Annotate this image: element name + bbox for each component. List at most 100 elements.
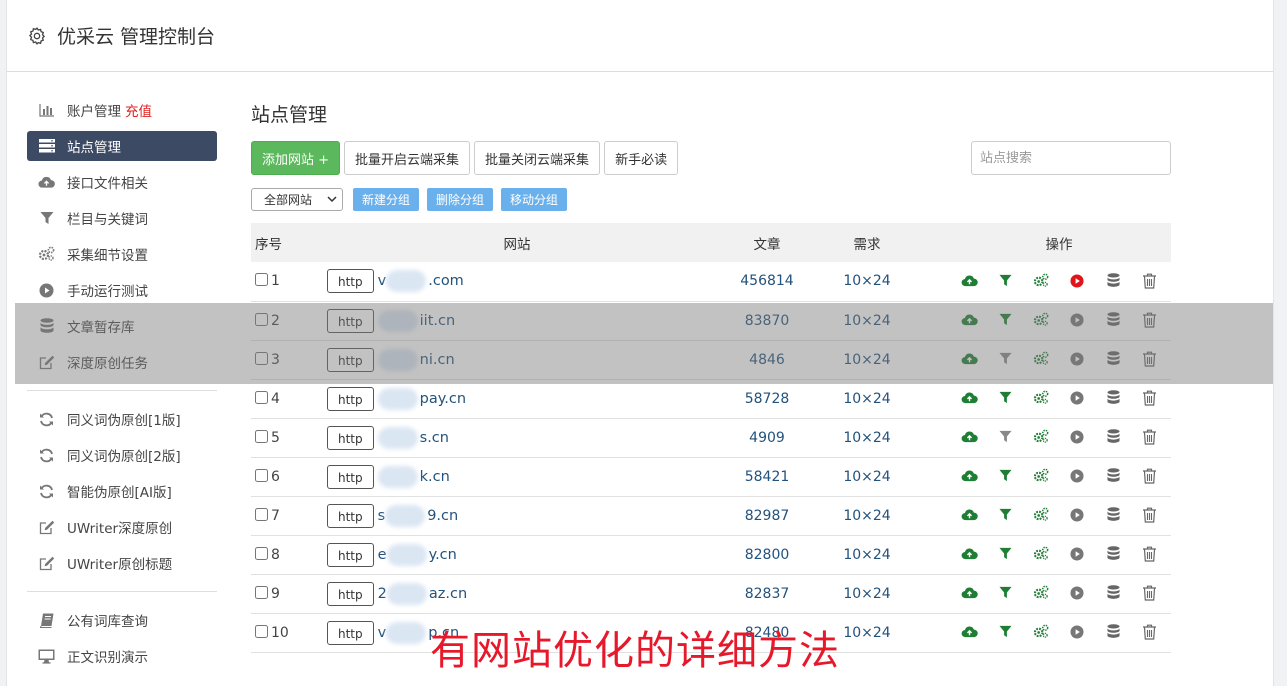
play-circle-icon[interactable] (1068, 623, 1086, 641)
cloud-upload-icon[interactable] (960, 506, 978, 524)
sidebar-item[interactable]: UWriter原创标题 (27, 545, 217, 581)
cloud-upload-icon[interactable] (960, 428, 978, 446)
protocol-badge[interactable]: http (327, 503, 374, 528)
trash-icon[interactable] (1140, 506, 1158, 524)
trash-icon[interactable] (1140, 272, 1158, 290)
sidebar-item[interactable]: 文章暂存库 (27, 308, 217, 344)
filter-icon[interactable] (996, 623, 1014, 641)
cloud-upload-icon[interactable] (960, 584, 978, 602)
row-checkbox[interactable] (255, 546, 268, 560)
sidebar-item[interactable]: 公有词库查询 (27, 602, 217, 638)
articles-count[interactable]: 82800 (707, 535, 827, 574)
row-checkbox[interactable] (255, 585, 268, 599)
new-group-button[interactable]: 新建分组 (353, 187, 420, 211)
sidebar-item[interactable]: 同义词伪原创[2版] (27, 437, 217, 473)
newbie-guide-button[interactable]: 新手必读 (604, 141, 679, 175)
database-icon[interactable] (1104, 623, 1122, 641)
row-checkbox[interactable] (255, 468, 268, 482)
filter-icon[interactable] (996, 389, 1014, 407)
sidebar-item[interactable]: 同义词伪原创[1版] (27, 401, 217, 437)
play-circle-icon[interactable] (1068, 584, 1086, 602)
articles-count[interactable]: 456814 (707, 262, 827, 301)
cogs-icon[interactable] (1032, 623, 1050, 641)
cloud-upload-icon[interactable] (960, 623, 978, 641)
site-link[interactable]: pay.cn (377, 387, 466, 410)
site-link[interactable]: e y.cn (378, 543, 457, 566)
trash-icon[interactable] (1140, 389, 1158, 407)
demand-value[interactable]: 10×24 (827, 496, 907, 535)
protocol-badge[interactable]: http (327, 620, 374, 645)
play-circle-icon[interactable] (1068, 545, 1086, 563)
database-icon[interactable] (1104, 467, 1122, 485)
site-link[interactable]: v .com (378, 270, 464, 293)
row-checkbox[interactable] (255, 390, 268, 404)
filter-icon[interactable] (996, 506, 1014, 524)
trash-icon[interactable] (1140, 350, 1158, 368)
cloud-upload-icon[interactable] (960, 467, 978, 485)
cogs-icon[interactable] (1032, 350, 1050, 368)
demand-value[interactable]: 10×24 (827, 262, 907, 301)
demand-value[interactable]: 10×24 (827, 379, 907, 418)
demand-value[interactable]: 10×24 (827, 301, 907, 340)
articles-count[interactable]: 83870 (707, 301, 827, 340)
sidebar-item[interactable]: 深度原创任务 (27, 344, 217, 380)
demand-value[interactable]: 10×24 (827, 535, 907, 574)
protocol-badge[interactable]: http (327, 386, 374, 411)
database-icon[interactable] (1104, 584, 1122, 602)
trash-icon[interactable] (1140, 467, 1158, 485)
play-circle-icon[interactable] (1068, 311, 1086, 329)
site-link[interactable]: 2 az.cn (378, 582, 467, 605)
row-checkbox[interactable] (255, 273, 268, 287)
articles-count[interactable]: 82837 (707, 574, 827, 613)
database-icon[interactable] (1104, 428, 1122, 446)
sidebar-item[interactable]: 智能伪原创[AI版] (27, 473, 217, 509)
filter-icon[interactable] (996, 545, 1014, 563)
demand-value[interactable]: 10×24 (827, 457, 907, 496)
trash-icon[interactable] (1140, 584, 1158, 602)
cogs-icon[interactable] (1032, 584, 1050, 602)
cloud-upload-icon[interactable] (960, 272, 978, 290)
trash-icon[interactable] (1140, 623, 1158, 641)
database-icon[interactable] (1104, 506, 1122, 524)
database-icon[interactable] (1104, 389, 1122, 407)
site-link[interactable]: ni.cn (377, 348, 455, 371)
protocol-badge[interactable]: http (327, 464, 374, 489)
site-link[interactable]: s 9.cn (378, 504, 458, 527)
cloud-upload-icon[interactable] (960, 350, 978, 368)
trash-icon[interactable] (1140, 311, 1158, 329)
batch-disable-cloud-button[interactable]: 批量关闭云端采集 (474, 141, 601, 175)
sidebar-item[interactable]: 采集细节设置 (27, 236, 217, 272)
cloud-upload-icon[interactable] (960, 389, 978, 407)
row-checkbox[interactable] (255, 624, 268, 638)
cogs-icon[interactable] (1032, 428, 1050, 446)
trash-icon[interactable] (1140, 545, 1158, 563)
sidebar-item[interactable]: 手动运行测试 (27, 272, 217, 308)
filter-icon[interactable] (996, 467, 1014, 485)
play-circle-icon[interactable] (1068, 467, 1086, 485)
sidebar-item[interactable]: UWriter深度原创 (27, 509, 217, 545)
cogs-icon[interactable] (1032, 545, 1050, 563)
play-circle-icon[interactable] (1068, 272, 1086, 290)
protocol-badge[interactable]: http (327, 542, 374, 567)
articles-count[interactable]: 58728 (707, 379, 827, 418)
site-link[interactable]: k.cn (377, 465, 450, 488)
sidebar-item[interactable]: 正文识别演示 (27, 638, 217, 674)
articles-count[interactable]: 58421 (707, 457, 827, 496)
cogs-icon[interactable] (1032, 467, 1050, 485)
delete-group-button[interactable]: 删除分组 (427, 187, 494, 211)
protocol-badge[interactable]: http (327, 581, 374, 606)
play-circle-icon[interactable] (1068, 506, 1086, 524)
row-checkbox[interactable] (255, 429, 268, 443)
cogs-icon[interactable] (1032, 272, 1050, 290)
site-link[interactable]: s.cn (377, 426, 449, 449)
cogs-icon[interactable] (1032, 506, 1050, 524)
filter-icon[interactable] (996, 428, 1014, 446)
demand-value[interactable]: 10×24 (827, 574, 907, 613)
row-checkbox[interactable] (255, 312, 268, 326)
filter-icon[interactable] (996, 584, 1014, 602)
cogs-icon[interactable] (1032, 311, 1050, 329)
articles-count[interactable]: 82987 (707, 496, 827, 535)
cloud-upload-icon[interactable] (960, 545, 978, 563)
cloud-upload-icon[interactable] (960, 311, 978, 329)
protocol-badge[interactable]: http (327, 347, 374, 372)
